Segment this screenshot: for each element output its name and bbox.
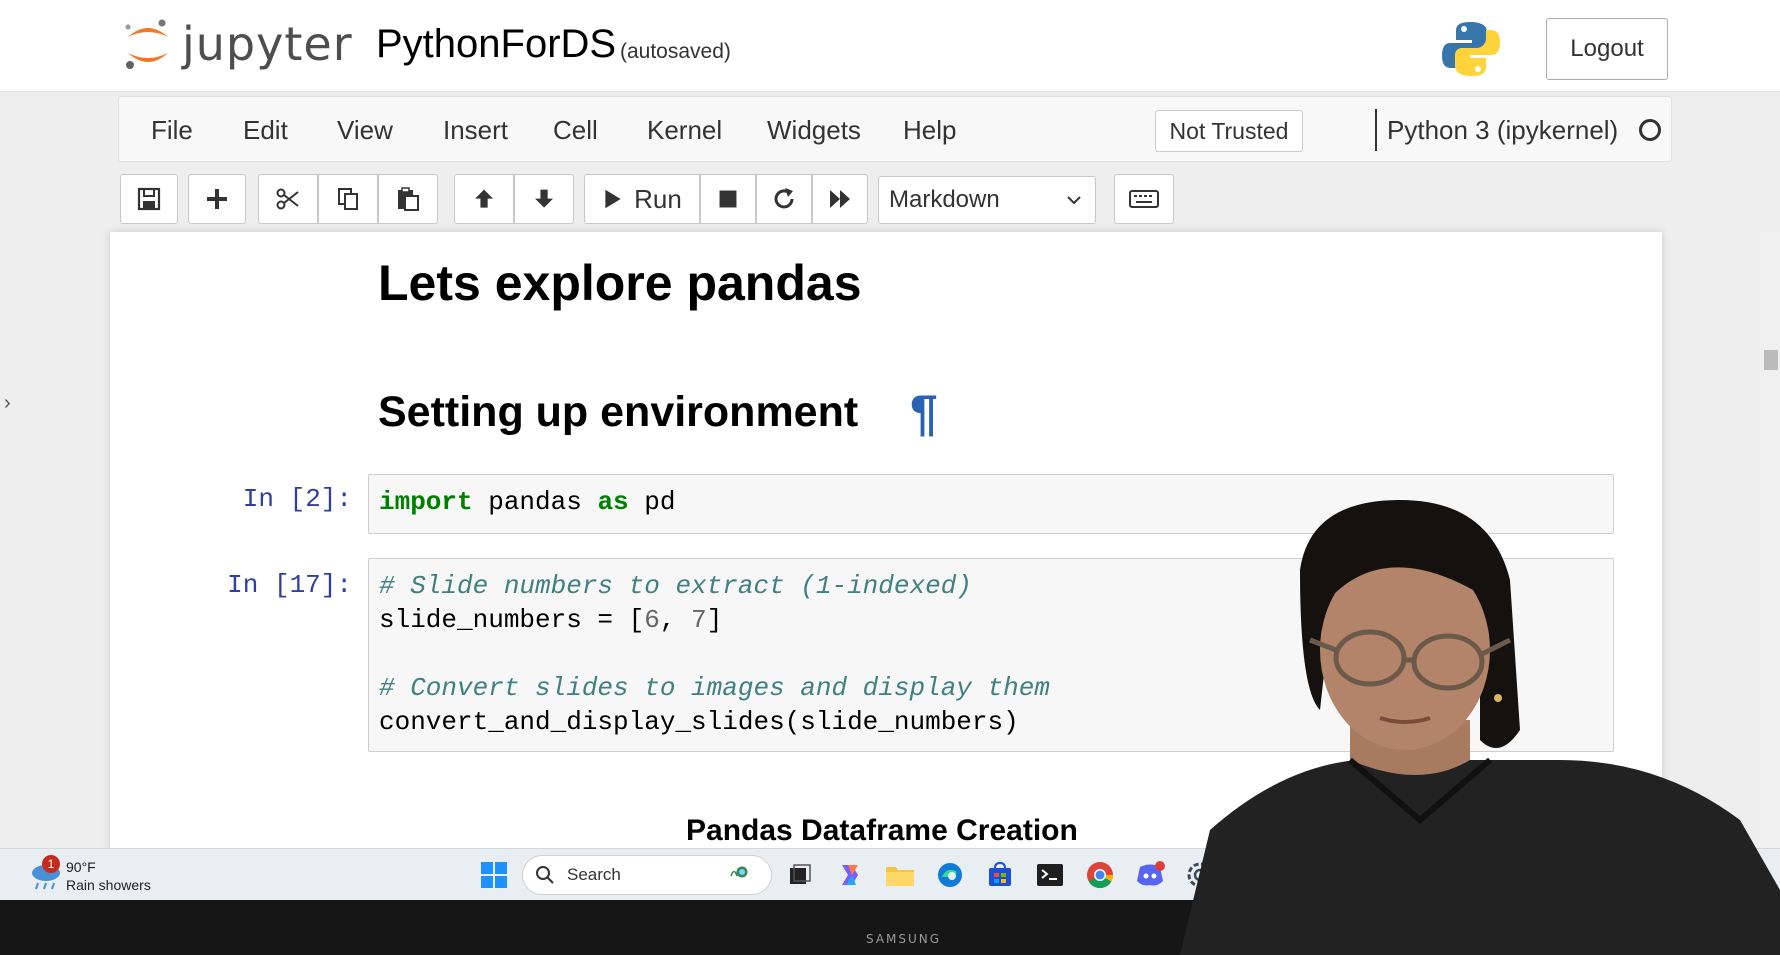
kernel-idle-indicator [1639,119,1661,141]
code-token: import [379,487,473,517]
jupyter-header: jupyter PythonForDS (autosaved) Logout [0,0,1780,92]
restart-run-all-button[interactable] [812,174,868,224]
taskbar-search[interactable]: Search [522,855,772,895]
menubar: File Edit View Insert Cell Kernel Widget… [118,96,1672,162]
save-button[interactable] [120,174,178,224]
move-down-button[interactable] [514,174,574,224]
chevron-down-icon [1067,196,1081,205]
menu-widgets[interactable]: Widgets [767,115,861,146]
jupyter-wordmark: jupyter [182,17,353,71]
run-icon [605,189,621,209]
menu-view[interactable]: View [337,115,393,146]
cut-button[interactable] [258,174,318,224]
keyboard-icon [1129,190,1159,208]
edge-icon[interactable] [934,859,966,891]
command-palette-button[interactable] [1114,174,1174,224]
monitor-brand: SAMSUNG [866,932,942,946]
code-token: as [597,487,629,517]
interrupt-button[interactable] [700,174,756,224]
restart-icon [774,188,794,209]
code-token: # Slide numbers to extract (1-indexed) [379,571,972,601]
jupyter-logo[interactable]: jupyter [122,14,353,74]
run-label: Run [634,183,682,214]
cell-prompt-2: In [2]: [242,484,352,514]
fast-forward-icon [830,190,850,208]
scrollbar-thumb[interactable] [1764,350,1778,370]
cell-prompt-17: In [17]: [227,570,352,600]
presenter-video-overlay [1180,500,1780,955]
chrome-icon[interactable] [1084,859,1116,891]
menu-cell[interactable]: Cell [553,115,598,146]
heading-lets-explore-pandas[interactable]: Lets explore pandas [378,254,862,312]
task-view-icon[interactable] [784,859,816,891]
search-icon [536,866,554,884]
store-icon[interactable] [984,859,1016,891]
menu-insert[interactable]: Insert [443,115,508,146]
arrow-down-icon [535,189,554,208]
scissors-icon [276,188,299,210]
windows-start-icon[interactable] [480,861,508,889]
save-icon [137,187,161,211]
paste-button[interactable] [378,174,438,224]
not-trusted-button[interactable]: Not Trusted [1155,110,1303,152]
weather-description: Rain showers [66,877,151,893]
weather-notification-badge: 1 [42,855,60,873]
cell-type-select[interactable]: Markdown [878,176,1096,224]
paste-icon [398,187,419,211]
copilot-icon[interactable] [834,859,866,891]
logout-button[interactable]: Logout [1546,18,1668,80]
autosave-status: (autosaved) [620,40,731,63]
restart-button[interactable] [756,174,812,224]
notebook-title[interactable]: PythonForDS [376,22,616,67]
code-token: pd [628,487,676,517]
anchor-link[interactable]: ¶ [910,384,938,442]
menu-help[interactable]: Help [903,115,956,146]
code-token: convert_and_display_slides(slide_numbers… [379,707,1019,737]
code-token: 7 [691,605,707,635]
search-placeholder: Search [567,865,621,884]
code-token: , [659,605,692,635]
plus-icon [207,189,227,209]
kernel-separator [1375,109,1377,151]
notebook-toolbar: Run Markdown [118,172,1618,224]
cell-type-value: Markdown [889,186,1000,213]
heading-setting-up-environment[interactable]: Setting up environment [378,388,858,437]
move-up-button[interactable] [454,174,514,224]
stop-icon [719,190,737,208]
insert-cell-button[interactable] [188,174,246,224]
menu-edit[interactable]: Edit [243,115,288,146]
code-token: # Convert slides to images and display t… [379,673,1050,703]
copy-icon [338,188,358,210]
arrow-up-icon [475,189,494,208]
menu-kernel[interactable]: Kernel [647,115,722,146]
search-highlight-icon [730,866,748,878]
heading-pandas-dataframe-creation[interactable]: Pandas Dataframe Creation [686,814,1078,848]
kernel-name: Python 3 (ipykernel) [1387,115,1619,145]
code-token: 6 [644,605,660,635]
code-token: pandas [472,487,598,517]
menu-file[interactable]: File [151,115,193,146]
jupyter-logo-icon [125,19,168,69]
terminal-icon[interactable] [1034,859,1066,891]
file-explorer-icon[interactable] [884,859,916,891]
left-panel-toggle-icon[interactable]: › [4,392,11,415]
discord-icon[interactable] [1134,859,1166,891]
code-token: ] [706,605,723,635]
code-token: slide_numbers = [ [379,605,645,635]
weather-temperature: 90°F [66,859,96,875]
python-logo-icon [1442,22,1500,76]
copy-button[interactable] [318,174,378,224]
run-button[interactable]: Run [584,174,700,224]
